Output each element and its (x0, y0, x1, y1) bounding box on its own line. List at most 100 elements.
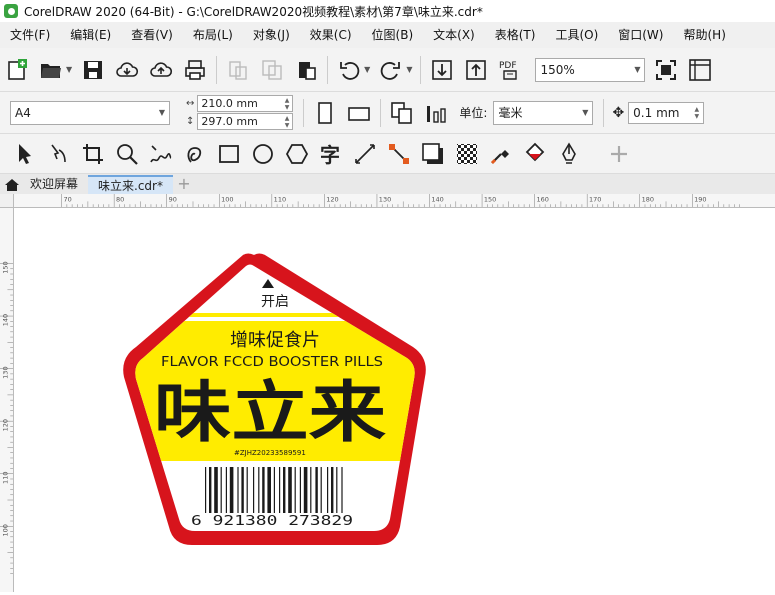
title-bar: CorelDRAW 2020 (64-Bit) - G:\CorelDRAW20… (0, 0, 775, 22)
tab-welcome-screen[interactable]: 欢迎屏幕 (0, 175, 88, 194)
spin-arrows-icon[interactable]: ▲ ▼ (285, 97, 290, 111)
barcode-bar (303, 467, 308, 513)
spin-arrows-icon[interactable]: ▲ ▼ (285, 115, 290, 129)
print-icon[interactable] (180, 55, 210, 85)
cloud-download-icon[interactable] (112, 55, 142, 85)
barcode-bar (262, 467, 265, 513)
all-pages-icon[interactable] (387, 98, 417, 128)
redo-dropdown-icon[interactable]: ▼ (406, 65, 412, 74)
full-screen-icon[interactable] (651, 55, 681, 85)
toolbox: 字 (0, 134, 775, 174)
chevron-down-icon: ▼ (158, 108, 165, 117)
zoom-tool-icon[interactable] (112, 139, 142, 169)
ruler-tick-label: 150 (1, 261, 9, 273)
barcode-bar (273, 467, 275, 513)
barcode-bar (299, 467, 301, 513)
connector-tool-icon[interactable] (384, 139, 414, 169)
import-icon[interactable] (427, 55, 457, 85)
pen-tool-icon[interactable] (554, 139, 584, 169)
page-width-input[interactable]: 210.0 mm ▲ ▼ (197, 95, 294, 112)
new-document-icon[interactable] (2, 55, 32, 85)
zoom-level-combo[interactable]: 150% ▼ (535, 57, 646, 82)
artistic-media-tool-icon[interactable] (180, 139, 210, 169)
freehand-tool-icon[interactable] (146, 139, 176, 169)
rulers-icon[interactable] (685, 55, 715, 85)
undo-icon[interactable] (334, 55, 364, 85)
drop-shadow-tool-icon[interactable] (418, 139, 448, 169)
unit-select[interactable]: 毫米 ▼ (493, 100, 594, 125)
portrait-icon[interactable] (310, 98, 340, 128)
interactive-fill-tool-icon[interactable] (520, 139, 550, 169)
open-dropdown-icon[interactable]: ▼ (66, 65, 72, 74)
horizontal-ruler[interactable]: 70 80 90 100 110 120 130 140 150 160 170 180 190 (14, 194, 775, 208)
new-tab-plus-icon[interactable]: + (175, 176, 193, 194)
page-width-row: ↔ 210.0 mm ▲ ▼ (186, 95, 294, 112)
dimension-tool-icon[interactable] (350, 139, 380, 169)
menu-table[interactable]: 表格(T) (485, 22, 546, 48)
undo-dropdown-icon[interactable]: ▼ (364, 65, 370, 74)
menu-bitmaps[interactable]: 位图(B) (362, 22, 424, 48)
open-folder-icon[interactable] (36, 55, 66, 85)
text-tool-icon[interactable]: 字 (316, 139, 346, 169)
eyedropper-tool-icon[interactable] (486, 139, 516, 169)
page-size-select[interactable]: A4 ▼ (10, 100, 170, 125)
menu-edit[interactable]: 编辑(E) (60, 22, 121, 48)
landscape-icon[interactable] (344, 98, 374, 128)
menu-object[interactable]: 对象(J) (243, 22, 300, 48)
publish-pdf-icon[interactable]: PDF (495, 55, 525, 85)
ellipse-tool-icon[interactable] (248, 139, 278, 169)
barcode-bar (246, 467, 248, 513)
cloud-upload-icon[interactable] (146, 55, 176, 85)
pick-tool-icon[interactable] (10, 139, 40, 169)
chevron-down-icon: ▼ (582, 108, 589, 117)
barcode-bar (279, 467, 281, 513)
drawing-canvas[interactable]: 开启 增味促食片 FLAVOR FCCD BOOSTER PILLS 味立来 #… (15, 209, 775, 592)
export-icon[interactable] (461, 55, 491, 85)
copy-icon[interactable] (257, 55, 287, 85)
tab-document[interactable]: 味立来.cdr* (88, 175, 173, 194)
ruler-tick-label: 140 (1, 314, 9, 326)
en-subtitle: FLAVOR FCCD BOOSTER PILLS (161, 355, 383, 370)
vertical-ruler[interactable]: 150 140 130 120 110 100 (0, 208, 14, 592)
menu-layout[interactable]: 布局(L) (183, 22, 243, 48)
menu-file[interactable]: 文件(F) (0, 22, 60, 48)
toolbar-separator (327, 55, 329, 84)
menu-view[interactable]: 查看(V) (121, 22, 183, 48)
crop-tool-icon[interactable] (78, 139, 108, 169)
menu-bar: 文件(F) 编辑(E) 查看(V) 布局(L) 对象(J) 效果(C) 位图(B… (0, 22, 775, 48)
polygon-tool-icon[interactable] (282, 139, 312, 169)
barcode-bar (283, 467, 286, 513)
page-height-row: ↕ 297.0 mm ▲ ▼ (186, 113, 294, 130)
menu-effects[interactable]: 效果(C) (300, 22, 362, 48)
cn-subtitle: 增味促食片 (230, 330, 320, 351)
paste-icon[interactable] (291, 55, 321, 85)
toolbar-separator (303, 98, 305, 127)
ruler-tick-label: 180 (642, 195, 654, 203)
transparency-tool-icon[interactable] (452, 139, 482, 169)
ruler-tick-label: 70 (63, 195, 71, 203)
nudge-distance-input[interactable]: 0.1 mm ▲ ▼ (628, 101, 705, 124)
barcode-bar (288, 467, 292, 513)
label-artwork[interactable]: 开启 增味促食片 FLAVOR FCCD BOOSTER PILLS 味立来 #… (15, 209, 775, 592)
ruler-origin[interactable] (0, 194, 14, 208)
menu-tools[interactable]: 工具(O) (545, 22, 608, 48)
cut-icon[interactable] (223, 55, 253, 85)
current-page-icon[interactable] (421, 98, 451, 128)
add-tool-icon[interactable] (604, 139, 634, 169)
redo-icon[interactable] (376, 55, 406, 85)
menu-window[interactable]: 窗口(W) (608, 22, 673, 48)
page-height-input[interactable]: 297.0 mm ▲ ▼ (197, 113, 294, 130)
chevron-down-icon: ▼ (634, 65, 641, 74)
rectangle-tool-icon[interactable] (214, 139, 244, 169)
menu-help[interactable]: 帮助(H) (673, 22, 735, 48)
svg-text:字: 字 (320, 143, 340, 166)
toolbar-separator (603, 98, 605, 127)
spin-arrows-icon[interactable]: ▲ ▼ (695, 106, 700, 120)
height-icon: ↕ (186, 116, 195, 127)
barcode-bar (209, 467, 212, 513)
shape-tool-icon[interactable] (44, 139, 74, 169)
menu-text[interactable]: 文本(X) (423, 22, 485, 48)
barcode-bar (214, 467, 218, 513)
save-icon[interactable] (78, 55, 108, 85)
ruler-tick-label: 110 (1, 472, 9, 484)
